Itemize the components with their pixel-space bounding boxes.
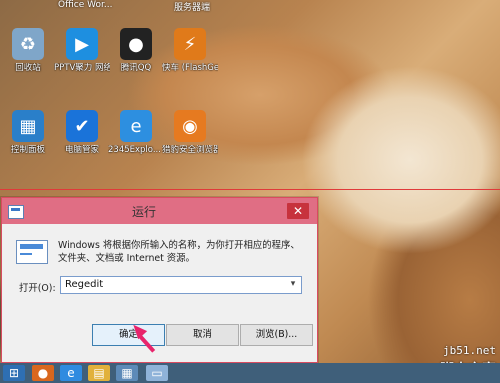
ie-browser-icon: e <box>120 110 152 142</box>
desktop-icon-label: 腾讯QQ <box>120 63 152 73</box>
taskbar: ⊞ ● e ▤ ▦ ▭ <box>0 363 500 383</box>
run-dialog-titlebar[interactable]: 运行 ✕ <box>2 198 317 224</box>
run-app-icon <box>8 205 24 219</box>
run-program-icon <box>16 240 48 264</box>
desktop-icon-label: 猎豹安全浏览器 <box>162 145 218 155</box>
browse-button[interactable]: 浏览(B)... <box>240 324 313 346</box>
desktop-icon-qq[interactable]: ● 腾讯QQ <box>108 28 164 74</box>
desktop-icon-cheetah[interactable]: ◉ 猎豹安全浏览器 <box>162 110 218 156</box>
desktop-icon-control-panel[interactable]: ▦ 控制面板 <box>0 110 56 156</box>
flashget-icon: ⚡ <box>174 28 206 60</box>
desktop-icon-flashget[interactable]: ⚡ 快车 (FlashGet)3 <box>162 28 218 74</box>
run-description: Windows 将根据你所输入的名称，为你打开相应的程序、文件夹、文档或 Int… <box>58 240 300 264</box>
close-button[interactable]: ✕ <box>287 203 309 219</box>
red-guide-line <box>0 189 500 190</box>
start-icon[interactable]: ⊞ <box>3 365 25 381</box>
chevron-down-icon[interactable]: ▾ <box>287 278 299 291</box>
run-icon[interactable]: ▭ <box>146 365 168 381</box>
open-combobox[interactable]: Regedit ▾ <box>60 276 302 294</box>
desktop-icon-label: 电脑管家 <box>64 145 99 155</box>
desktop-icon-pc-manager[interactable]: ✔ 电脑管家 <box>54 110 110 156</box>
cancel-button[interactable]: 取消 <box>166 324 239 346</box>
desktop-icon-label: PPTV聚力 网络电视 <box>54 63 110 73</box>
open-field-label: 打开(O): <box>19 283 56 294</box>
qq-penguin-icon: ● <box>120 28 152 60</box>
cheetah-browser-icon: ◉ <box>174 110 206 142</box>
desktop-icon-recycle-bin[interactable]: ♻ 回收站 <box>0 28 56 74</box>
run-dialog: 运行 ✕ Windows 将根据你所输入的名称，为你打开相应的程序、文件夹、文档… <box>1 197 318 363</box>
pptv-icon: ▶ <box>66 28 98 60</box>
desktop-icon-label: 控制面板 <box>10 145 45 155</box>
pc-manager-icon: ✔ <box>66 110 98 142</box>
control-panel-icon: ▦ <box>12 110 44 142</box>
desktop-label-server: 服务器端 <box>174 3 211 13</box>
firefox-icon[interactable]: ● <box>32 365 54 381</box>
run-dialog-title: 运行 <box>132 205 157 219</box>
recycle-bin-icon: ♻ <box>12 28 44 60</box>
explorer-icon[interactable]: ▤ <box>88 365 110 381</box>
open-input-value[interactable]: Regedit <box>65 279 103 290</box>
desktop-icon-label: 回收站 <box>15 63 41 73</box>
watermark-url: jb51.net <box>443 344 496 357</box>
desktop-icon-label: 2345Explo... - 快捷方式 <box>108 145 164 155</box>
control-icon[interactable]: ▦ <box>116 365 138 381</box>
desktop-icon-2345explorer[interactable]: e 2345Explo... - 快捷方式 <box>108 110 164 156</box>
desktop-label-office: Office Wor... <box>58 0 113 10</box>
desktop-icon-pptv[interactable]: ▶ PPTV聚力 网络电视 <box>54 28 110 74</box>
desktop-icon-label: 快车 (FlashGet)3 <box>162 63 218 73</box>
ie-icon[interactable]: e <box>60 365 82 381</box>
